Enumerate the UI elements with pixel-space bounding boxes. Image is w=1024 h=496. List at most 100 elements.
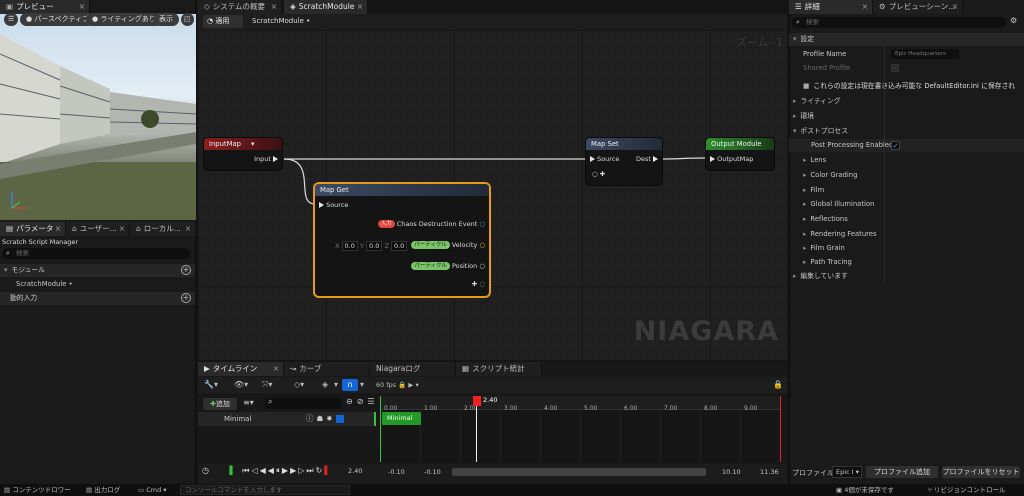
range-end-marker[interactable]: [780, 396, 781, 462]
source-pin[interactable]: Source: [319, 201, 348, 209]
add-module-icon[interactable]: +: [181, 265, 191, 275]
vector-input[interactable]: X 0.0 Y 0.0 Z 0.0: [335, 241, 408, 251]
post-processing-enabled-checkbox[interactable]: ✓: [891, 141, 900, 150]
range-start-field-a[interactable]: -0.10: [388, 468, 405, 476]
output-module-node[interactable]: Output Module OutputMap: [706, 138, 774, 170]
snap-dropdown[interactable]: ▾: [360, 377, 364, 393]
stats-icon[interactable]: ◷: [202, 466, 211, 475]
step-forward-icon[interactable]: ▶: [290, 466, 298, 475]
post-item-rendering-features[interactable]: ▸ Rendering Features: [789, 228, 1024, 241]
details-search-input[interactable]: ⌕ 検索: [792, 17, 1006, 28]
play-reverse-icon[interactable]: ◀: [268, 466, 276, 475]
tab-curve[interactable]: ↝ カーブ: [284, 362, 370, 376]
eye-icon[interactable]: 👁▾: [234, 377, 248, 393]
map-get-node[interactable]: Map Get Source 入力 Chaos Destruction Even…: [315, 184, 489, 296]
track-search-input[interactable]: ⌕: [265, 397, 341, 409]
magnet-icon[interactable]: ∩: [342, 379, 358, 391]
apply-button[interactable]: ◔ 適用: [203, 15, 243, 28]
tab-scratch-module[interactable]: ◈ ScratchModule ×: [284, 0, 368, 14]
dynamic-input-section[interactable]: 動的入力: [0, 292, 195, 305]
time-ruler[interactable]: [380, 396, 781, 410]
graph-canvas[interactable]: ズーム -1 NIAGARA InputMap ▾ Input Map Set S…: [198, 30, 787, 360]
auto-key-icon[interactable]: ◈: [322, 377, 328, 393]
post-process-category[interactable]: ▾ ポストプロセス: [789, 125, 1024, 138]
snap-options-icon[interactable]: ▾: [334, 377, 338, 393]
key-icon[interactable]: ◇▾: [294, 377, 304, 393]
add-track-button[interactable]: ✚追加: [203, 398, 237, 410]
range-start-field-b[interactable]: -0.10: [424, 468, 441, 476]
tab-details[interactable]: ☰ 詳細 ×: [789, 0, 873, 14]
y-field[interactable]: 0.0: [366, 241, 383, 251]
current-time-field[interactable]: 2.40: [348, 467, 362, 475]
chaos-event-pin[interactable]: 入力 Chaos Destruction Event ○: [377, 220, 485, 228]
expand-icon[interactable]: ⊘: [357, 397, 368, 406]
transform-icon[interactable]: ⤧▾: [262, 377, 272, 393]
shared-profile-checkbox[interactable]: ✓: [891, 64, 899, 72]
add-pin-button[interactable]: ○ ✚: [592, 170, 605, 178]
add-output-pin[interactable]: ✚ ○: [472, 280, 485, 288]
preview-viewport[interactable]: [0, 14, 196, 220]
console-input[interactable]: コンソールコマンドを入力します: [180, 485, 350, 495]
revision-control-button[interactable]: ⑂ リビジョンコントロール: [928, 484, 1005, 496]
input-map-node[interactable]: InputMap ▾ Input: [204, 138, 282, 170]
emitter-clip[interactable]: Minimal: [382, 412, 421, 425]
enabled-checkbox[interactable]: [335, 415, 344, 423]
environment-category[interactable]: ▸ 環境: [789, 110, 1024, 123]
close-icon[interactable]: ×: [357, 0, 363, 14]
map-set-node[interactable]: Map Set Source Dest ○ ✚: [586, 138, 662, 185]
step-back-icon[interactable]: ◀: [260, 466, 268, 475]
close-icon[interactable]: ×: [271, 0, 277, 14]
post-item-lens[interactable]: ▸ Lens: [789, 154, 1024, 167]
module-item[interactable]: ScratchModule •: [0, 278, 195, 291]
post-item-film-grain[interactable]: ▸ Film Grain: [789, 242, 1024, 255]
range-end-field-a[interactable]: 10.10: [722, 468, 741, 476]
wrench-icon[interactable]: 🔧▾: [204, 377, 218, 393]
post-item-path-tracing[interactable]: ▸ Path Tracing: [789, 256, 1024, 269]
add-profile-button[interactable]: プロファイル追加: [866, 466, 938, 478]
track-row[interactable]: Minimal ⓘ☗✸: [198, 412, 374, 426]
editing-category[interactable]: ▸ 編集しています: [789, 270, 1024, 283]
tab-system-overview[interactable]: ◇ システムの概要 ×: [198, 0, 282, 14]
output-log-button[interactable]: ▤ 出力ログ: [86, 484, 120, 496]
add-dynamic-input-icon[interactable]: +: [181, 293, 191, 303]
prev-key-icon[interactable]: ◁: [251, 466, 259, 475]
show-button[interactable]: 表示: [153, 13, 179, 26]
module-section[interactable]: ▾ モジュール: [0, 264, 195, 277]
filter-icon[interactable]: ≡▾: [243, 398, 254, 407]
unsaved-indicator[interactable]: ▣ 4個が未保存です: [836, 484, 894, 496]
cmd-dropdown[interactable]: ▭ Cmd ▾: [138, 484, 167, 496]
range-end-field-b[interactable]: 11.36: [760, 468, 779, 476]
info-icon[interactable]: ⓘ: [306, 414, 317, 423]
timeline-scrollbar[interactable]: [452, 468, 706, 476]
red-marker-icon[interactable]: ▌: [324, 466, 332, 475]
profile-name-field[interactable]: Epic Headquarters: [891, 49, 959, 59]
tab-script-stats[interactable]: ▦ スクリプト統計: [456, 362, 542, 376]
range-start-marker[interactable]: [380, 396, 381, 462]
to-end-icon[interactable]: ⏭: [306, 466, 315, 475]
loop-icon[interactable]: ↻: [316, 466, 325, 475]
post-item-global-illumination[interactable]: ▸ Global Illumination: [789, 198, 1024, 211]
tab-preview-scene[interactable]: ⚙ プレビューシーン... ×: [873, 0, 963, 14]
close-icon[interactable]: ×: [185, 222, 191, 236]
source-pin[interactable]: Source: [590, 155, 619, 163]
dest-pin[interactable]: Dest: [636, 155, 658, 163]
lock-icon[interactable]: 🔒: [773, 377, 783, 393]
settings-icon[interactable]: ⚙: [1010, 16, 1017, 25]
fps-dropdown[interactable]: 60 fps 🔒 ▶ ▾: [376, 377, 419, 393]
tab-user[interactable]: ⌂ ユーザー... ×: [66, 222, 130, 236]
content-drawer-button[interactable]: ▤ コンテンツドロワー: [4, 484, 71, 496]
list-icon[interactable]: ☰: [367, 397, 378, 406]
z-field[interactable]: 0.0: [390, 241, 408, 251]
play-icon[interactable]: ▶: [282, 466, 290, 475]
track-lane[interactable]: [380, 410, 781, 462]
close-icon[interactable]: ×: [273, 362, 279, 376]
tab-parameters[interactable]: ▤ パラメータ ×: [0, 222, 66, 236]
post-item-film[interactable]: ▸ Film: [789, 184, 1024, 197]
close-icon[interactable]: ×: [952, 0, 958, 14]
perspective-button[interactable]: ● パースペクティブ: [20, 13, 96, 26]
tab-local[interactable]: ⌂ ローカル... ×: [130, 222, 196, 236]
tab-preview[interactable]: ▣ プレビュー ×: [0, 0, 90, 14]
close-icon[interactable]: ×: [55, 222, 61, 236]
input-pin[interactable]: Input: [254, 155, 278, 163]
burst-icon[interactable]: ✸: [326, 414, 335, 423]
